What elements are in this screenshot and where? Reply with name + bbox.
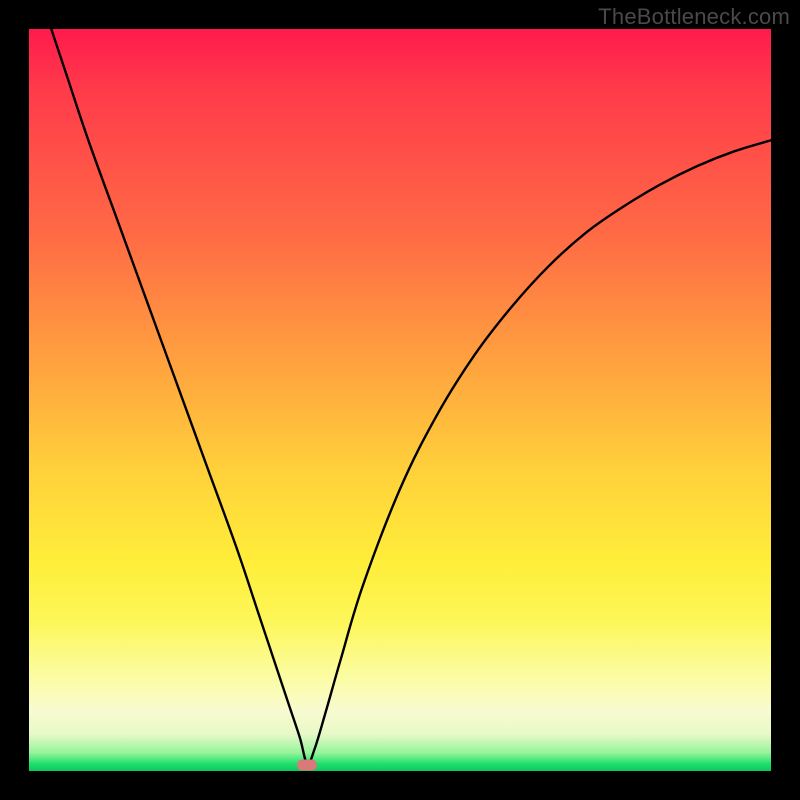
- bottleneck-curve: [29, 29, 771, 771]
- optimal-point-marker: [297, 760, 317, 771]
- watermark-text: TheBottleneck.com: [598, 4, 790, 30]
- plot-area: [29, 29, 771, 771]
- chart-frame: TheBottleneck.com: [0, 0, 800, 800]
